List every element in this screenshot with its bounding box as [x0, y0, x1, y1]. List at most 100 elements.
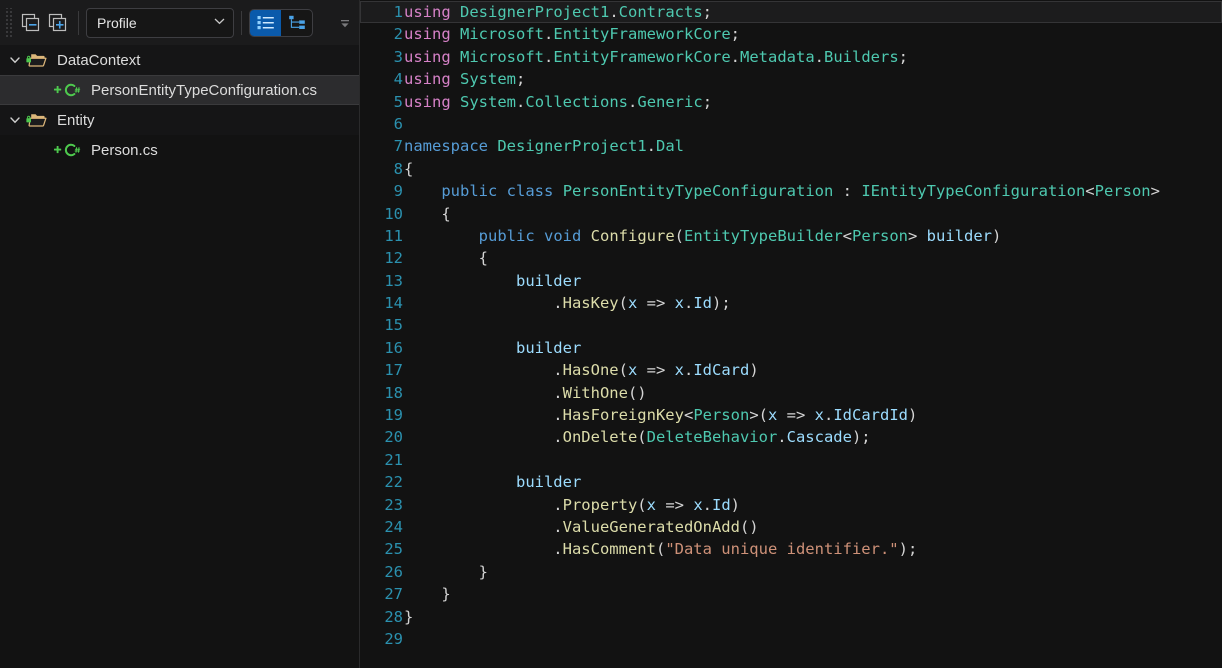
code-line[interactable]: 17 .HasOne(x => x.IdCard) — [360, 359, 1222, 381]
line-number: 17 — [384, 361, 403, 380]
line-number: 25 — [384, 540, 403, 559]
code-editor[interactable]: 1 using DesignerProject1.Contracts; 2 using… — [360, 0, 1222, 668]
code-line-text: using DesignerProject1.Contracts; — [404, 3, 713, 21]
code-line[interactable]: 14 .HasKey(x => x.Id); — [360, 292, 1222, 314]
line-number: 9 — [393, 182, 403, 201]
code-line[interactable]: 9 public class PersonEntityTypeConfigura… — [360, 180, 1222, 202]
line-number: 22 — [384, 473, 403, 492]
explorer-toolbar: Profile — [0, 0, 359, 45]
line-number: 6 — [393, 114, 403, 133]
code-line-text: .HasOne(x => x.IdCard) — [404, 361, 759, 380]
code-line[interactable]: 20 .OnDelete(DeleteBehavior.Cascade); — [360, 426, 1222, 448]
line-number: 21 — [384, 450, 403, 469]
line-number: 11 — [384, 226, 403, 245]
code-line[interactable]: 3 using Microsoft.EntityFrameworkCore.Met… — [360, 46, 1222, 68]
code-line[interactable]: 16 builder — [360, 337, 1222, 359]
code-line[interactable]: 7 namespace DesignerProject1.Dal — [360, 135, 1222, 157]
line-number: 2 — [393, 25, 403, 44]
csharp-file-icon — [52, 141, 86, 159]
code-line-text: builder — [515, 271, 582, 290]
code-line-text: } — [404, 562, 488, 581]
code-line-text: .OnDelete(DeleteBehavior.Cascade); — [404, 428, 871, 447]
toolbar-separator — [78, 10, 79, 35]
line-number: 24 — [384, 517, 403, 536]
line-number: 15 — [384, 316, 403, 335]
line-number: 10 — [384, 204, 403, 223]
code-line-text: public class PersonEntityTypeConfigurati… — [441, 182, 1160, 201]
code-line[interactable]: 22 builder — [360, 471, 1222, 493]
code-line-text: { — [404, 249, 488, 268]
line-number: 27 — [384, 585, 403, 604]
tree-item-datacontext[interactable]: DataContext — [0, 45, 359, 75]
code-line[interactable]: 23 .Property(x => x.Id) — [360, 494, 1222, 516]
toolbar-overflow-icon[interactable] — [337, 16, 353, 32]
locked-folder-icon — [26, 51, 50, 69]
code-line[interactable]: 1 using DesignerProject1.Contracts; — [360, 1, 1222, 24]
chevron-down-icon[interactable] — [6, 111, 24, 129]
code-line-text: namespace DesignerProject1.Dal — [404, 137, 684, 156]
code-line[interactable]: 15 — [360, 314, 1222, 336]
code-line[interactable]: 28} — [360, 606, 1222, 628]
chevron-down-icon[interactable] — [6, 51, 24, 69]
code-line[interactable]: 4 using System; — [360, 68, 1222, 90]
code-line-text: using Microsoft.EntityFrameworkCore.Meta… — [404, 47, 909, 66]
code-line[interactable]: 21 — [360, 449, 1222, 471]
code-line[interactable]: 8{ — [360, 158, 1222, 180]
code-line[interactable]: 18 .WithOne() — [360, 382, 1222, 404]
line-number: 19 — [384, 406, 403, 425]
tree-item-person-cs[interactable]: Person.cs — [0, 135, 359, 165]
toolbar-separator-2 — [241, 10, 242, 35]
code-line[interactable]: 10 { — [360, 203, 1222, 225]
line-number: 29 — [384, 629, 403, 648]
app-root: Profile DataContext PersonEntityTypeConf… — [0, 0, 1222, 668]
code-line[interactable]: 12 { — [360, 247, 1222, 269]
solution-explorer-panel: Profile DataContext PersonEntityTypeConf… — [0, 0, 360, 668]
line-number: 5 — [393, 92, 403, 111]
toolbar-drag-grip[interactable] — [4, 7, 14, 38]
code-line[interactable]: 11 public void Configure(EntityTypeBuild… — [360, 225, 1222, 247]
code-line[interactable]: 27 } — [360, 583, 1222, 605]
tree-item-label: Entity — [57, 111, 95, 129]
code-line[interactable]: 25 .HasComment("Data unique identifier."… — [360, 538, 1222, 560]
code-line-text: .HasForeignKey<Person>(x => x.IdCardId) — [404, 406, 918, 425]
line-number: 13 — [384, 271, 403, 290]
tree-view-icon[interactable] — [281, 10, 312, 36]
line-number: 23 — [384, 495, 403, 514]
line-number: 14 — [384, 294, 403, 313]
code-lines-container: 1 using DesignerProject1.Contracts; 2 using… — [360, 0, 1222, 650]
tree-item-entity[interactable]: Entity — [0, 105, 359, 135]
profile-dropdown[interactable]: Profile — [86, 7, 234, 38]
code-line-text: .WithOne() — [404, 383, 647, 402]
line-number: 12 — [384, 249, 403, 268]
code-line[interactable]: 24 .ValueGeneratedOnAdd() — [360, 516, 1222, 538]
code-line-text: } — [404, 585, 451, 604]
code-line[interactable]: 5 using System.Collections.Generic; — [360, 91, 1222, 113]
code-line-text: .HasComment("Data unique identifier."); — [404, 540, 918, 559]
code-line[interactable]: 19 .HasForeignKey<Person>(x => x.IdCardI… — [360, 404, 1222, 426]
list-view-icon[interactable] — [250, 9, 281, 36]
line-number: 8 — [393, 159, 403, 178]
code-line-text: using System.Collections.Generic; — [404, 92, 713, 111]
tree-item-personentitytypeconfiguration-cs[interactable]: PersonEntityTypeConfiguration.cs — [0, 75, 359, 105]
code-line[interactable]: 6 — [360, 113, 1222, 135]
view-mode-group — [249, 8, 313, 37]
profile-dropdown-value: Profile — [97, 14, 137, 31]
code-line[interactable]: 29 — [360, 628, 1222, 650]
code-line[interactable]: 13 builder — [360, 270, 1222, 292]
code-line[interactable]: 2 using Microsoft.EntityFrameworkCore; — [360, 23, 1222, 45]
collapse-all-icon[interactable] — [17, 9, 44, 36]
solution-tree: DataContext PersonEntityTypeConfiguration… — [0, 45, 359, 668]
code-line-text: { — [404, 159, 414, 178]
code-line[interactable]: 26 } — [360, 561, 1222, 583]
line-number: 26 — [384, 562, 403, 581]
code-line-text: { — [404, 204, 451, 223]
line-number: 28 — [384, 607, 403, 626]
line-number: 18 — [384, 383, 403, 402]
line-number: 4 — [393, 70, 403, 89]
line-number: 16 — [384, 338, 403, 357]
line-number: 7 — [393, 137, 403, 156]
code-line-text: } — [404, 607, 414, 626]
code-line-text: .Property(x => x.Id) — [404, 495, 741, 514]
expand-all-icon[interactable] — [44, 9, 71, 36]
line-number: 3 — [393, 47, 403, 66]
